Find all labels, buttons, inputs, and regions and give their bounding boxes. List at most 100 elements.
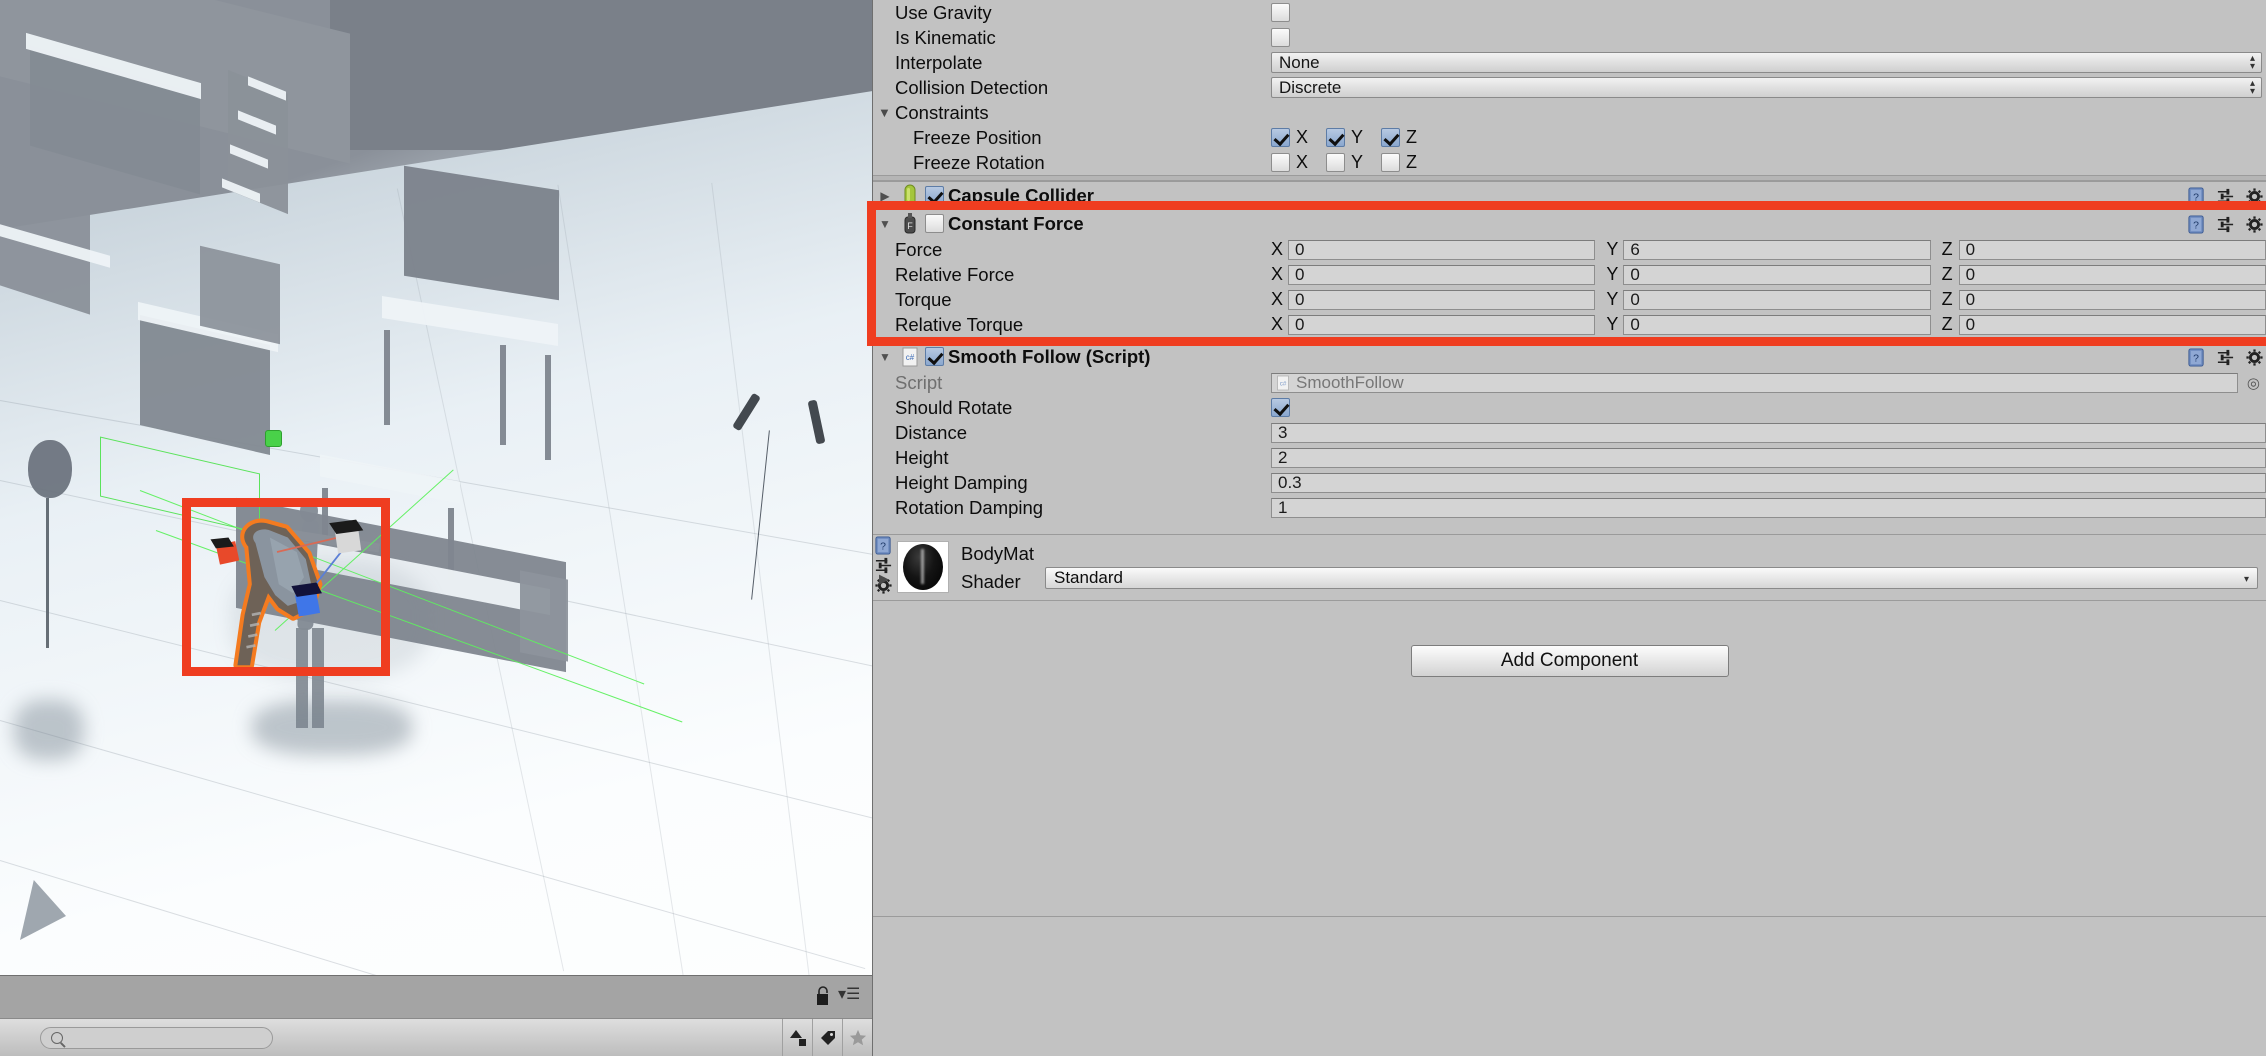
relative-torque-x-input[interactable]: 0 [1288,314,1596,335]
shader-dropdown[interactable]: Standard ▾ [1045,567,2258,589]
property-row-torque[interactable]: Torque X 0 Y 0 Z 0 [873,287,2266,312]
tag-icon[interactable] [812,1019,842,1056]
relative-force-z-input[interactable]: 0 [1958,264,2266,285]
torque-x-input[interactable]: 0 [1288,289,1596,310]
axis-label-y: Y [1351,127,1364,147]
chevron-down-icon[interactable]: ▼ [873,350,897,364]
freeze-position-z[interactable]: Z [1381,127,1417,148]
axis-label-y: Y [1606,239,1619,259]
scene-view-panel[interactable]: ▾☰ [0,0,872,1056]
constant-force-enabled-checkbox[interactable] [925,214,944,233]
freeze-position-y[interactable]: Y [1326,127,1363,148]
axis-label-z: Z [1941,264,1953,284]
freeze-position-z-checkbox[interactable] [1381,128,1401,147]
chevron-right-icon[interactable]: ▶ [879,571,889,587]
property-row-script[interactable]: Script c# SmoothFollow ◎ [873,370,2266,395]
property-label: Is Kinematic [895,26,996,48]
property-row-relative-force[interactable]: Relative Force X 0 Y 0 Z 0 [873,262,2266,287]
help-icon[interactable]: ? [2186,347,2206,367]
height-input[interactable]: 2 [1271,447,2266,468]
gear-icon[interactable] [2244,186,2264,206]
property-row-force[interactable]: Force X 0 Y 6 Z 0 [873,237,2266,262]
is-kinematic-checkbox[interactable] [1271,28,1290,47]
property-row-collision-detection[interactable]: Collision Detection Discrete ▴ ▾ [873,75,2266,100]
freeze-rotation-z-checkbox[interactable] [1381,153,1401,172]
freeze-rotation-z[interactable]: Z [1381,152,1417,173]
preset-icon[interactable] [2215,347,2235,367]
gear-icon[interactable] [2244,347,2264,367]
freeze-position-x-checkbox[interactable] [1271,128,1290,147]
capsule-collider-enabled-checkbox[interactable] [925,186,944,205]
material-block[interactable]: BodyMat ▶ Shader Standard ▾ ? [873,534,2266,600]
freeze-rotation-x-checkbox[interactable] [1271,153,1290,172]
selected-gun-object[interactable] [191,507,381,667]
property-row-freeze-position[interactable]: Freeze Position X Y Z [873,125,2266,150]
property-row-relative-torque[interactable]: Relative Torque X 0 Y 0 Z 0 [873,312,2266,337]
preset-icon[interactable] [2215,214,2235,234]
freeze-rotation-y-checkbox[interactable] [1326,153,1346,172]
component-header-icons: ? [2186,186,2264,206]
layers-icon[interactable] [782,1019,812,1056]
chevron-down-icon[interactable]: ▼ [878,105,891,120]
svg-text:?: ? [880,541,886,552]
search-field[interactable] [40,1026,273,1049]
add-component-button[interactable]: Add Component [1410,644,1729,677]
property-row-height-damping[interactable]: Height Damping 0.3 [873,470,2266,495]
freeze-position-x[interactable]: X [1271,127,1308,148]
component-header-smooth-follow[interactable]: ▼ c# Smooth Follow (Script) ? [873,342,2266,370]
property-row-should-rotate[interactable]: Should Rotate [873,395,2266,420]
relative-force-x-input[interactable]: 0 [1288,264,1596,285]
axis-label-y: Y [1606,314,1619,334]
scene-viewport[interactable] [0,0,872,975]
constraints-foldout[interactable]: ▼ Constraints [873,100,2266,125]
lock-icon[interactable] [815,985,831,1007]
chevron-right-icon[interactable]: ▶ [873,189,897,203]
property-label: Relative Force [895,263,1015,285]
freeze-position-y-checkbox[interactable] [1326,128,1346,147]
force-z-input[interactable]: 0 [1958,239,2266,260]
search-input[interactable] [68,1030,258,1045]
should-rotate-checkbox[interactable] [1271,398,1290,417]
force-x-input[interactable]: 0 [1288,239,1596,260]
object-picker-icon[interactable]: ◎ [2247,374,2260,392]
property-row-is-kinematic[interactable]: Is Kinematic [873,25,2266,50]
scene-view-status-strip: ▾☰ [0,975,872,1018]
relative-torque-z-input[interactable]: 0 [1958,314,2266,335]
torque-y-input[interactable]: 0 [1623,289,1931,310]
property-row-interpolate[interactable]: Interpolate None ▴ ▾ [873,50,2266,75]
property-row-distance[interactable]: Distance 3 [873,420,2266,445]
chevron-down-icon[interactable]: ▼ [873,217,897,231]
svg-text:c#: c# [1280,380,1287,387]
scene-gizmo-handle[interactable] [265,430,282,447]
help-icon[interactable]: ? [2186,214,2206,234]
component-header-capsule-collider[interactable]: ▶ Capsule Collider ? [873,181,2266,209]
force-y-input[interactable]: 6 [1623,239,1931,260]
freeze-rotation-y[interactable]: Y [1326,152,1363,173]
favorite-icon[interactable] [842,1019,872,1056]
torque-z-input[interactable]: 0 [1958,289,2266,310]
height-damping-input[interactable]: 0.3 [1271,472,2266,493]
component-title: Capsule Collider [948,184,1094,206]
gear-icon[interactable] [2244,214,2264,234]
axis-label-z: Z [1406,127,1418,147]
property-row-freeze-rotation[interactable]: Freeze Rotation X Y Z [873,150,2266,175]
script-object-field[interactable]: c# SmoothFollow [1271,372,2238,393]
smooth-follow-enabled-checkbox[interactable] [925,347,944,366]
help-icon[interactable]: ? [873,535,893,555]
relative-force-y-input[interactable]: 0 [1623,264,1931,285]
rotation-damping-input[interactable]: 1 [1271,497,2266,518]
property-row-height[interactable]: Height 2 [873,445,2266,470]
scene-options-menu-icon[interactable]: ▾☰ [838,987,866,1003]
help-icon[interactable]: ? [2186,186,2206,206]
component-header-constant-force[interactable]: ▼ F Constant Force ? [873,209,2266,237]
freeze-rotation-x[interactable]: X [1271,152,1308,173]
collision-detection-dropdown[interactable]: Discrete ▴ ▾ [1271,77,2262,98]
relative-torque-y-input[interactable]: 0 [1623,314,1931,335]
preset-icon[interactable] [2215,186,2235,206]
property-row-use-gravity[interactable]: Use Gravity [873,0,2266,25]
distance-input[interactable]: 3 [1271,422,2266,443]
interpolate-dropdown[interactable]: None ▴ ▾ [1271,52,2262,73]
property-row-rotation-damping[interactable]: Rotation Damping 1 [873,495,2266,520]
inspector-panel[interactable]: Use Gravity Is Kinematic Interpolate Non… [872,0,2266,1056]
use-gravity-checkbox[interactable] [1271,3,1290,22]
